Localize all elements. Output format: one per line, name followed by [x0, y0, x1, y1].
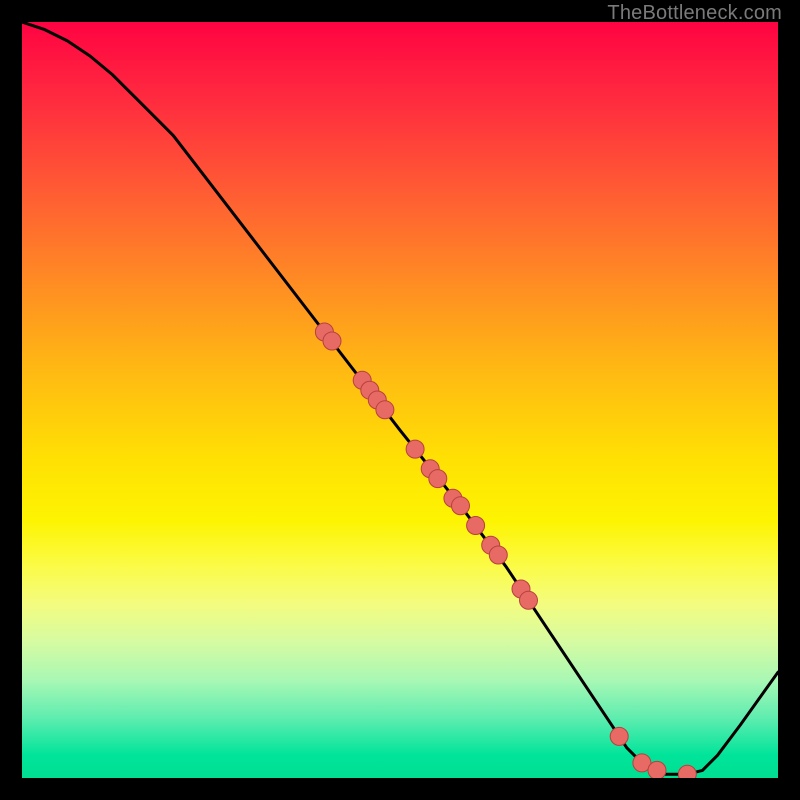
plot-area	[22, 22, 778, 778]
bottleneck-curve	[22, 22, 778, 774]
chart-svg	[22, 22, 778, 778]
data-point	[610, 727, 628, 745]
data-point	[678, 765, 696, 778]
data-point	[452, 497, 470, 515]
data-point	[648, 761, 666, 778]
watermark-text: TheBottleneck.com	[607, 2, 782, 25]
data-point	[323, 332, 341, 350]
data-point	[429, 470, 447, 488]
data-point	[520, 591, 538, 609]
data-point	[489, 546, 507, 564]
data-point	[406, 440, 424, 458]
data-point	[467, 517, 485, 535]
curve-data-points	[315, 323, 696, 778]
data-point	[376, 401, 394, 419]
chart-frame: TheBottleneck.com	[0, 0, 800, 800]
